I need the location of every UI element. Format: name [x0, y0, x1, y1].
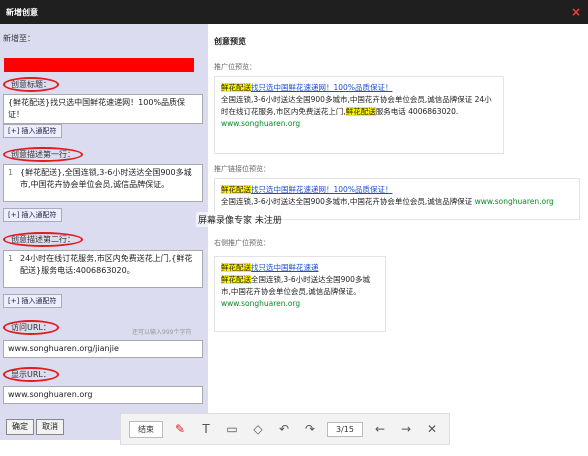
card3-highlight-2: 鲜花配送	[221, 275, 251, 284]
card1-url: www.songhuaren.org	[221, 119, 301, 128]
text-icon[interactable]: T	[197, 420, 215, 438]
card1-highlight: 鲜花配送	[221, 83, 251, 92]
card1-desc-b: 服务电话 4006863020.	[375, 107, 459, 116]
close-toolbar-icon[interactable]: ✕	[423, 420, 441, 438]
next-icon[interactable]: →	[397, 420, 415, 438]
end-button[interactable]: 结束	[129, 420, 163, 438]
redacted-plan-name	[4, 58, 194, 72]
card2-title[interactable]: 找只选中国鲜花速递网！100%品质保证！	[251, 185, 392, 194]
card2-desc: 全国连锁,3-6小时送达全国900多城市,中国花卉协会单位会员,诚信品牌保证	[221, 197, 473, 206]
card3-title[interactable]: 找只选中国鲜花速递	[251, 263, 319, 272]
desc2-text: 24小时在线订花服务,市区内免费送花上门,{鲜花配送}服务电话:40068630…	[20, 254, 193, 275]
preview-section-2: 推广链接位预览：	[214, 165, 270, 173]
desc2-line-number: 1	[8, 254, 14, 263]
pen-icon[interactable]: ✎	[171, 420, 189, 438]
visit-url-hint: 还可以输入999个字符	[132, 329, 192, 336]
title-input[interactable]: {鲜花配送}找只选中国鲜花速递网！100%品质保证！	[3, 94, 203, 124]
preview-title: 创意预览	[214, 37, 246, 46]
annotation-toolbar: 结束 ✎ T ▭ ◇ ↶ ↷ 3/15 ← → ✕	[120, 413, 450, 445]
card3-url: www.songhuaren.org	[221, 299, 301, 308]
plan-label: 新增至：	[3, 34, 35, 43]
card2-highlight: 鲜花配送	[221, 185, 251, 194]
watermark: 屏幕录像专家 未注册	[196, 212, 284, 227]
undo-icon[interactable]: ↶	[275, 420, 293, 438]
cancel-button[interactable]: 取消	[36, 419, 64, 435]
ok-button[interactable]: 确定	[6, 419, 34, 435]
insert-wildcard-button[interactable]: [+] 插入通配符	[3, 124, 62, 138]
desc1-label: 创意描述第一行：	[3, 147, 83, 162]
preview-card-3: 鲜花配送找只选中国鲜花速递 鲜花配送全国连锁,3-6小时送达全国900多城市,中…	[214, 256, 386, 332]
prev-icon[interactable]: ←	[371, 420, 389, 438]
card1-highlight-2: 鲜花配送	[345, 107, 376, 116]
redo-icon[interactable]: ↷	[301, 420, 319, 438]
preview-panel: 创意预览 推广位预览： 鲜花配送找只选中国鲜花速递网！100%品质保证！ 全国连…	[208, 24, 588, 440]
preview-card-1: 鲜花配送找只选中国鲜花速递网！100%品质保证！ 全国连锁,3-6小时送达全国9…	[214, 76, 504, 154]
window-title: 新增创意	[6, 7, 38, 17]
card2-url: www.songhuaren.org	[474, 197, 554, 206]
eraser-icon[interactable]: ◇	[249, 420, 267, 438]
display-url-input[interactable]: www.songhuaren.org	[3, 386, 203, 404]
insert-wildcard-button-3[interactable]: [+] 插入通配符	[3, 294, 62, 308]
display-url-label: 显示URL：	[3, 367, 59, 382]
desc1-text: {鲜花配送},全国连锁,3-6小时送达全国900多城市,中国花卉协会单位会员,诚…	[20, 168, 192, 189]
page-indicator: 3/15	[327, 421, 363, 437]
desc1-line-number: 1	[8, 168, 14, 177]
desc1-input[interactable]: 1 {鲜花配送},全国连锁,3-6小时送达全国900多城市,中国花卉协会单位会员…	[3, 164, 203, 202]
visit-url-input[interactable]: www.songhuaren.org/jianjie	[3, 340, 203, 358]
title-bar: 新增创意 ×	[0, 0, 588, 24]
visit-url-label: 访问URL：	[3, 320, 59, 335]
preview-section-1: 推广位预览：	[214, 63, 256, 71]
title-label: 创意标题：	[3, 77, 59, 92]
desc2-label: 创意描述第二行：	[3, 232, 83, 247]
card1-title[interactable]: 找只选中国鲜花速递网！100%品质保证！	[251, 83, 392, 92]
insert-wildcard-button-2[interactable]: [+] 插入通配符	[3, 208, 62, 222]
close-icon[interactable]: ×	[568, 4, 584, 20]
card3-highlight: 鲜花配送	[221, 263, 251, 272]
desc2-input[interactable]: 1 24小时在线订花服务,市区内免费送花上门,{鲜花配送}服务电话:400686…	[3, 250, 203, 288]
preview-section-3: 右侧推广位预览：	[214, 239, 270, 247]
comment-icon[interactable]: ▭	[223, 420, 241, 438]
